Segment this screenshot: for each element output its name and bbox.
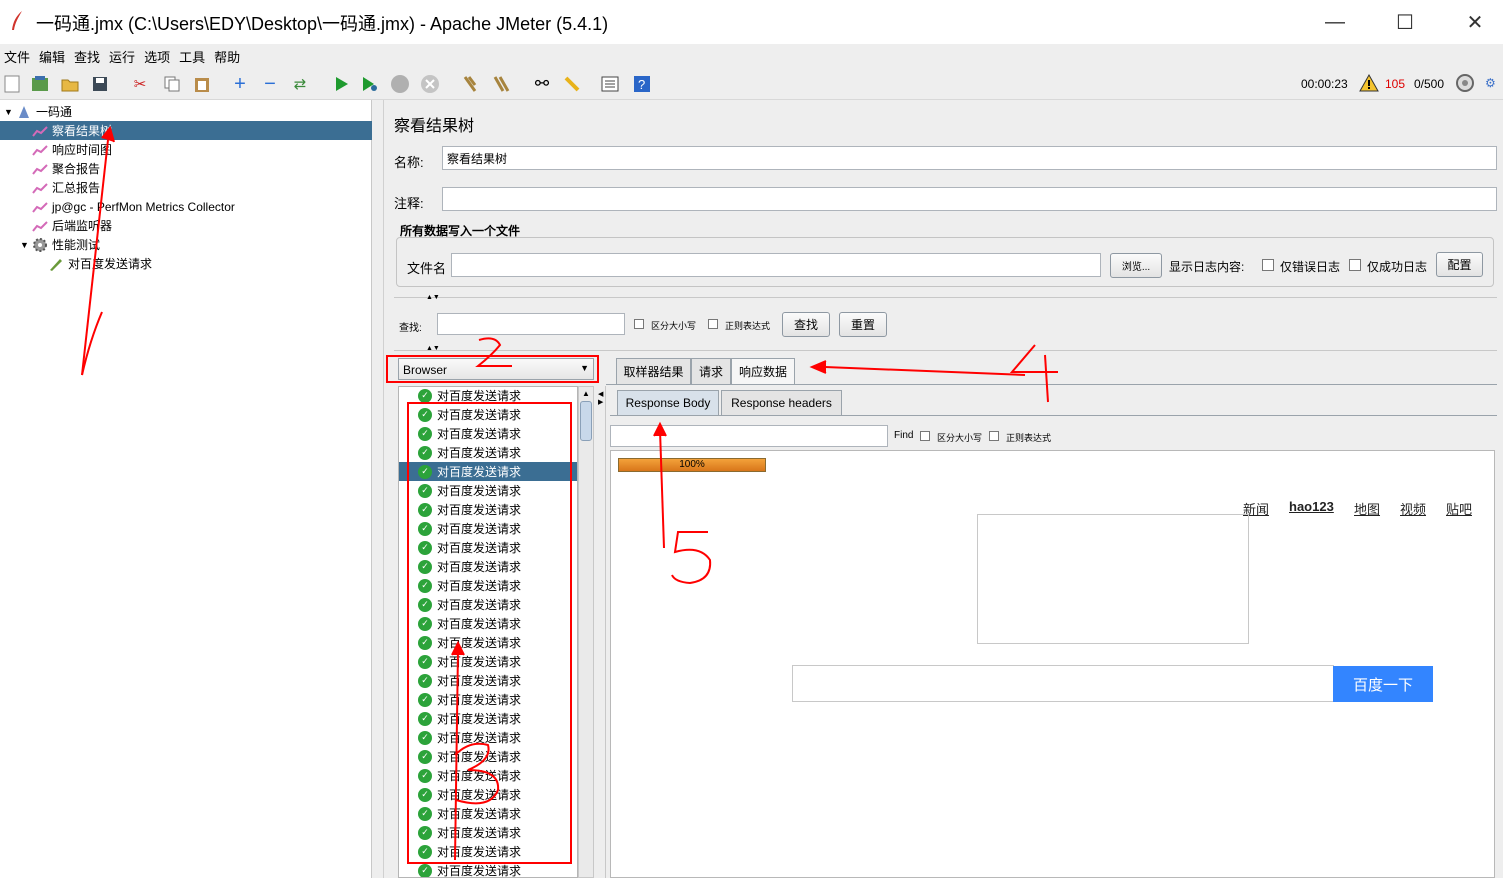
annotation-overlay [81,125,1058,861]
